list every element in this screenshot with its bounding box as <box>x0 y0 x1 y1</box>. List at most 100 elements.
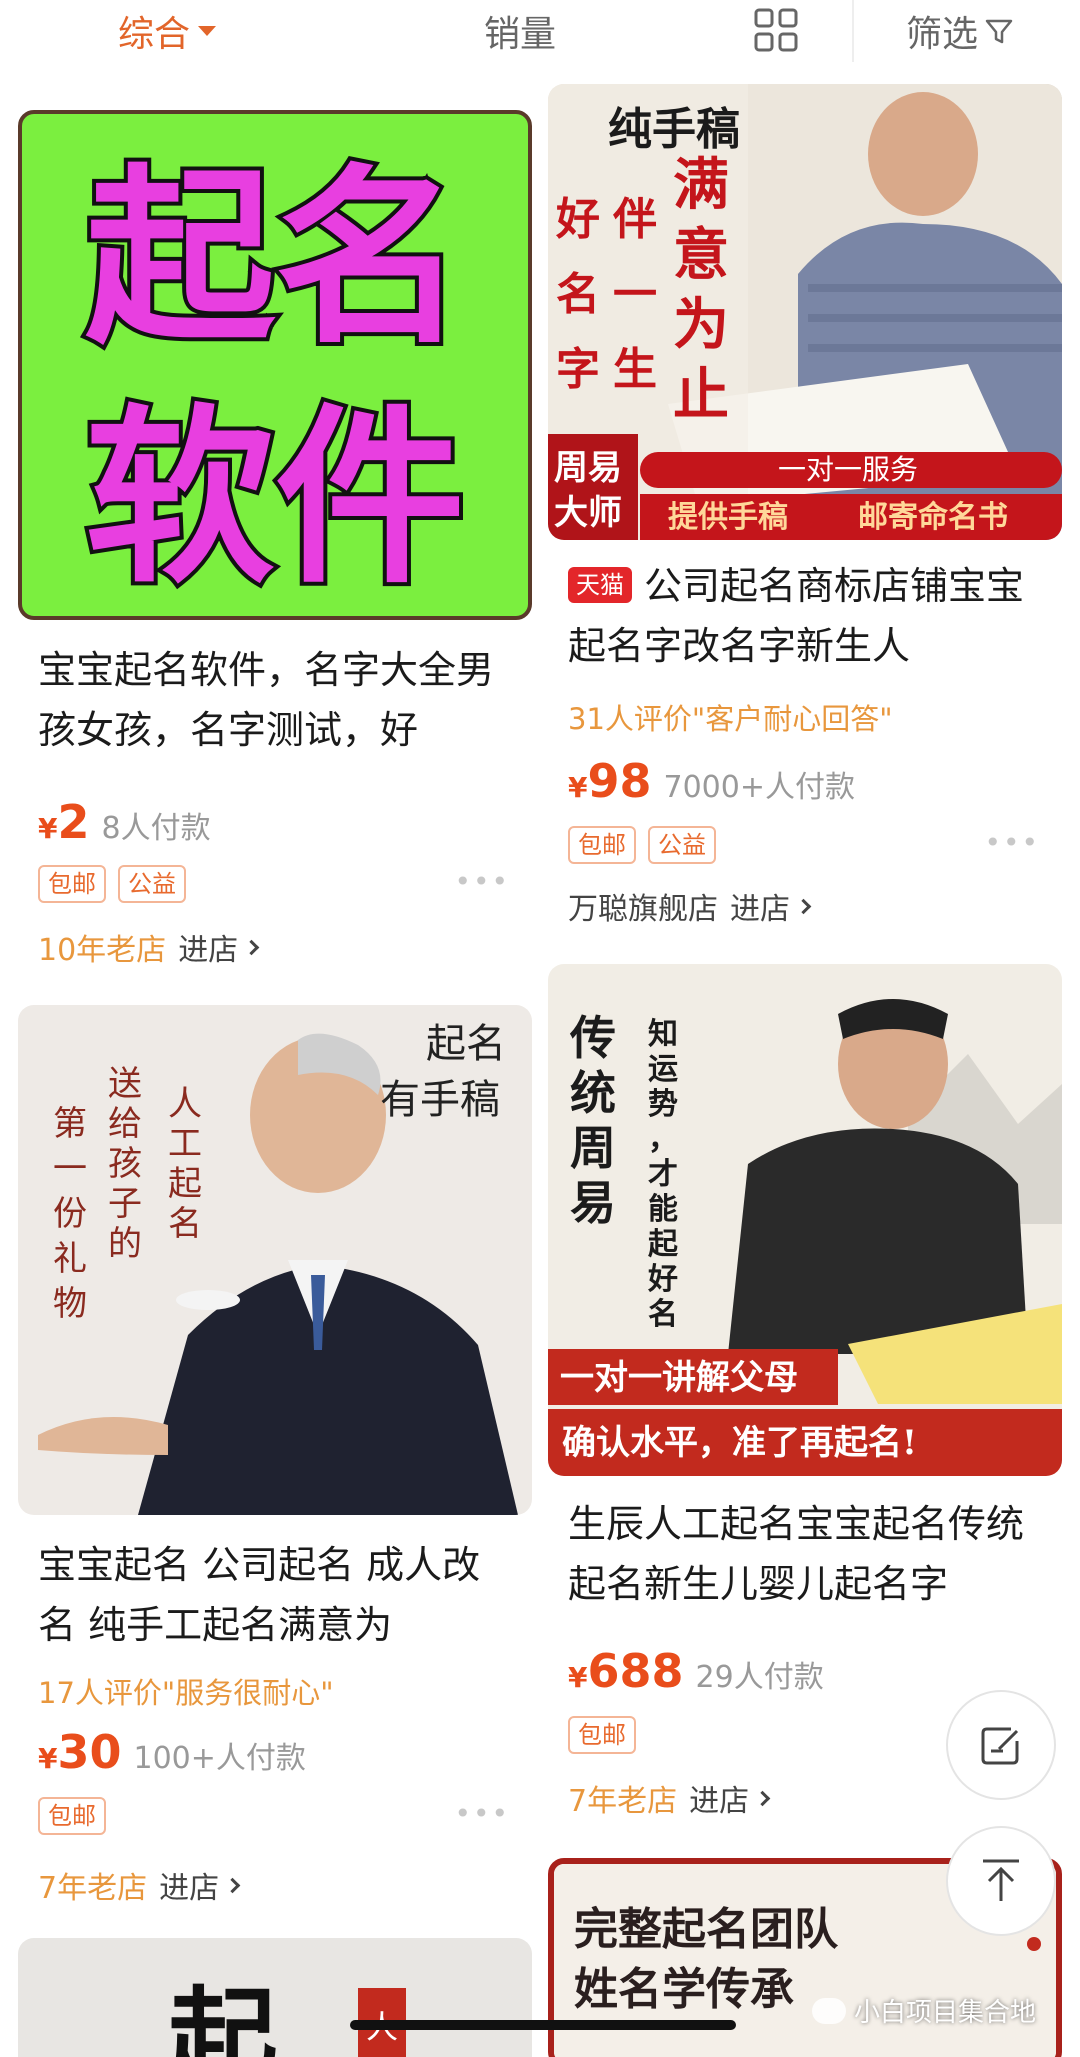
sold-count: 100+人付款 <box>133 1741 306 1776</box>
currency-symbol: ¥ <box>38 812 58 845</box>
chevron-right-icon <box>795 898 812 914</box>
image-text: 送 <box>108 1064 142 1104</box>
product-card[interactable]: 起名 软件 宝宝起名软件，名字大全男孩女孩，名字测试，好 ¥ 2 8人付款 包邮… <box>18 110 532 980</box>
image-text: 孩 <box>108 1144 142 1184</box>
edit-feedback-button[interactable] <box>946 1690 1056 1800</box>
product-title[interactable]: 生辰人工起名宝宝起名传统起名新生儿婴儿起名字 <box>568 1494 1048 1614</box>
image-text: 有手稿 <box>380 1077 500 1123</box>
image-text: 能 <box>648 1192 678 1227</box>
enter-shop-link[interactable]: 进店 <box>178 925 238 969</box>
chevron-right-icon <box>224 1877 241 1893</box>
tag-list: 包邮 <box>38 1797 106 1835</box>
product-image[interactable]: 纯手稿 满 意 为 止 好 名 字 伴 一 生 周易 大师 一对一服务 提供手稿 <box>548 84 1062 540</box>
more-options-icon[interactable]: ••• <box>454 1797 510 1830</box>
image-text: 第 <box>53 1104 87 1144</box>
image-text: 一 <box>613 269 657 320</box>
tag-list: 包邮 <box>568 1716 636 1754</box>
more-options-icon[interactable]: ••• <box>454 865 510 898</box>
chevron-right-icon <box>754 1790 771 1806</box>
home-indicator[interactable] <box>350 2020 736 2030</box>
shop-name: 万聪旗舰店 <box>568 892 718 927</box>
tag-charity: 公益 <box>648 826 716 864</box>
image-text: 名 <box>556 269 600 320</box>
product-card[interactable]: 起 人 <box>18 1938 532 2057</box>
image-text: 提供手稿 <box>668 500 788 535</box>
image-text: 一对一讲解父母 <box>560 1358 798 1398</box>
image-text: 给 <box>108 1104 142 1144</box>
product-title[interactable]: 宝宝起名软件，名字大全男孩女孩，名字测试，好 <box>38 640 518 760</box>
image-text: 才 <box>648 1157 678 1192</box>
more-options-icon[interactable]: ••• <box>984 826 1040 859</box>
back-to-top-button[interactable] <box>946 1826 1056 1936</box>
image-text: 意 <box>673 223 729 288</box>
image-text: 易 <box>570 1176 616 1230</box>
image-text: 的 <box>108 1224 142 1264</box>
price-value: 30 <box>57 1725 122 1779</box>
image-text: 为 <box>673 293 729 358</box>
sales-label: 销量 <box>484 14 557 55</box>
shop-row[interactable]: 7年老店 进店 <box>568 1776 771 1820</box>
tmall-badge: 天猫 <box>568 567 632 603</box>
image-text: 工 <box>168 1124 202 1164</box>
product-image[interactable]: 传 统 周 易 知 运 势 ， 才 能 起 好 名 一对一讲解父母 确认水平，准… <box>548 964 1062 1476</box>
price-value: 688 <box>587 1644 684 1698</box>
image-text: 好 <box>555 194 600 245</box>
currency-symbol: ¥ <box>568 1661 588 1694</box>
image-text: 份 <box>53 1194 87 1234</box>
product-image[interactable]: 起名 有手稿 送 给 孩 子 的 第 一 份 礼 物 人 工 起 名 <box>18 1005 532 1515</box>
chevron-down-icon <box>198 26 217 36</box>
enter-shop-link[interactable]: 进店 <box>159 1863 219 1907</box>
enter-shop-link[interactable]: 进店 <box>689 1776 749 1820</box>
tag-list: 包邮 公益 <box>38 865 186 903</box>
watermark: 小白项目集合地 <box>812 1992 1036 2029</box>
image-text: 物 <box>53 1284 87 1324</box>
sort-sales-tab[interactable]: 销量 <box>484 0 556 62</box>
image-text: 满 <box>673 153 729 218</box>
image-text: 大师 <box>554 493 622 533</box>
sort-comprehensive-tab[interactable]: 综合 <box>118 0 217 62</box>
image-text-line2: 软件 <box>85 388 465 609</box>
product-title[interactable]: 宝宝起名 公司起名 成人改名 纯手工起名满意为 <box>38 1535 518 1655</box>
price-row: ¥ 98 7000+人付款 <box>568 754 855 808</box>
shop-row[interactable]: 10年老店 进店 <box>38 925 260 969</box>
grid-view-toggle[interactable] <box>754 8 798 52</box>
image-text: 起 <box>168 1975 279 2057</box>
enter-shop-link[interactable]: 进店 <box>730 884 790 928</box>
image-text: 邮寄命名书 <box>858 500 1008 535</box>
image-text: 姓名学传承 <box>574 1964 794 2015</box>
image-text: 礼 <box>53 1239 87 1279</box>
product-image[interactable]: 起名 软件 <box>18 110 532 620</box>
product-card[interactable]: 纯手稿 满 意 为 止 好 名 字 伴 一 生 周易 大师 一对一服务 提供手稿 <box>548 84 1062 954</box>
tag-free-shipping: 包邮 <box>568 1716 636 1754</box>
filter-button[interactable]: 筛选 <box>906 0 1014 62</box>
wechat-logo-icon <box>812 1997 846 2024</box>
image-text: 起 <box>168 1164 202 1204</box>
shop-row[interactable]: 万聪旗舰店 进店 <box>568 884 812 928</box>
review-summary[interactable]: 31人评价"客户耐心回答" <box>568 696 893 738</box>
image-text: 纯手稿 <box>608 104 740 155</box>
image-text: 一对一服务 <box>778 453 918 486</box>
grid-view-icon <box>754 8 798 52</box>
product-card[interactable]: 起名 有手稿 送 给 孩 子 的 第 一 份 礼 物 人 工 起 名 宝宝起名 … <box>18 1005 532 1925</box>
sold-count: 8人付款 <box>101 811 211 846</box>
image-text: 知 <box>648 1017 678 1052</box>
shop-age: 7年老店 <box>38 1871 148 1906</box>
image-text: 名 <box>648 1297 678 1332</box>
product-image[interactable]: 起 人 <box>18 1938 532 2057</box>
watermark-text: 小白项目集合地 <box>854 1998 1037 2028</box>
image-text: 名 <box>168 1204 202 1244</box>
price-value: 2 <box>57 795 90 849</box>
divider <box>852 0 854 62</box>
sold-count: 29人付款 <box>695 1660 824 1695</box>
image-text: 运 <box>648 1052 678 1087</box>
sold-count: 7000+人付款 <box>663 770 855 805</box>
tag-free-shipping: 包邮 <box>568 826 636 864</box>
image-text: 子 <box>108 1184 142 1224</box>
arrow-up-icon <box>983 1859 1019 1901</box>
filter-funnel-icon <box>985 19 1013 44</box>
shop-age: 10年老店 <box>38 933 167 968</box>
image-text: 周 <box>570 1121 616 1175</box>
product-title[interactable]: 天猫 公司起名商标店铺宝宝起名字改名字新生人 <box>568 556 1048 676</box>
shop-row[interactable]: 7年老店 进店 <box>38 1863 241 1907</box>
review-summary[interactable]: 17人评价"服务很耐心" <box>38 1670 334 1712</box>
